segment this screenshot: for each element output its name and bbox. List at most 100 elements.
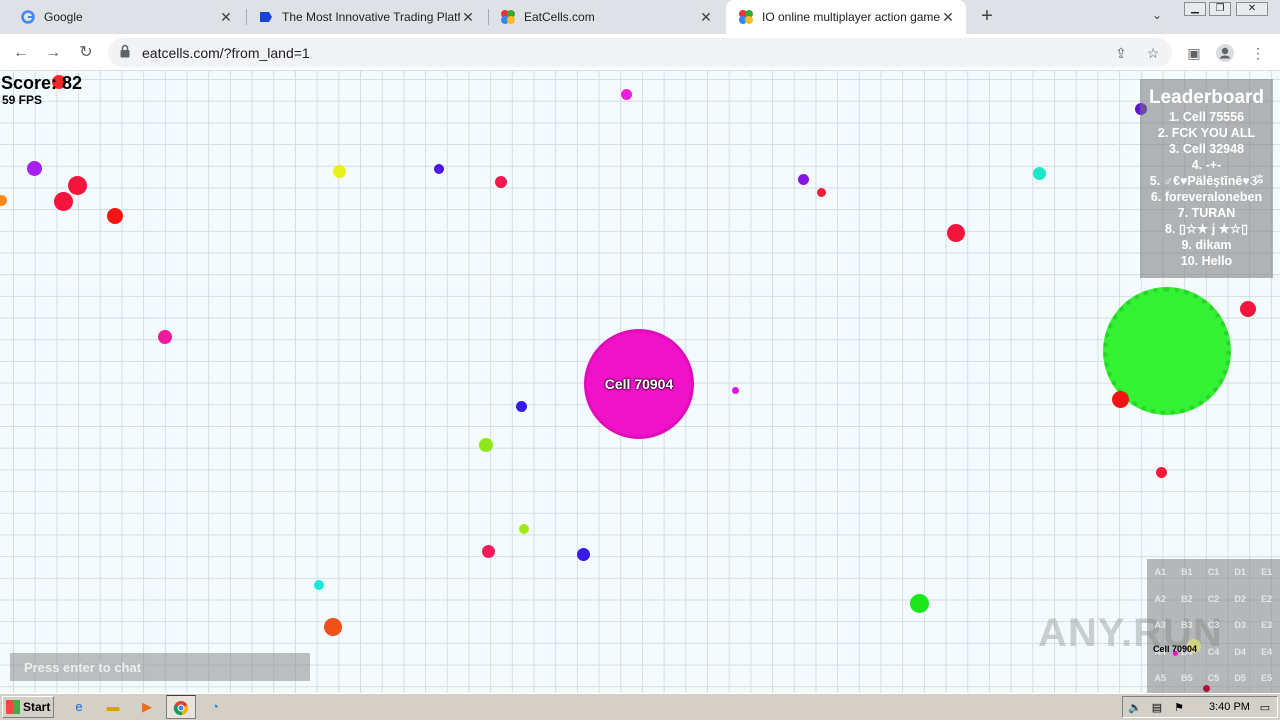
minimap-cell: A2 bbox=[1154, 593, 1167, 604]
close-icon[interactable]: ✕ bbox=[218, 9, 234, 26]
edge-icon[interactable]: ◔ bbox=[206, 698, 224, 716]
food-pellet bbox=[910, 594, 929, 613]
leaderboard-entry: 3. Cell 32948 bbox=[1168, 142, 1245, 156]
back-arrow-icon[interactable]: ← bbox=[10, 42, 32, 64]
google-icon bbox=[20, 9, 36, 25]
food-pellet bbox=[68, 176, 87, 195]
minimap-cell: D5 bbox=[1234, 673, 1246, 684]
player-name: Cell 70904 bbox=[604, 376, 674, 392]
star-icon[interactable]: ☆ bbox=[1144, 44, 1162, 62]
windows-logo-icon bbox=[6, 700, 20, 714]
leaderboard-entry: 10. Hello bbox=[1180, 254, 1233, 268]
clock: 3:40 PM bbox=[1209, 701, 1250, 713]
leaderboard-entry: 7. TURAN bbox=[1177, 206, 1236, 220]
ie-icon[interactable]: e bbox=[70, 698, 88, 716]
taskbar: Start e ▬ ▶ ◔ 🔈 ▤ ⚑ 3:40 PM ▭ bbox=[0, 693, 1280, 720]
food-pellet bbox=[54, 192, 73, 211]
flag-icon[interactable]: ⚑ bbox=[1171, 700, 1187, 716]
reload-icon[interactable]: ↻ bbox=[75, 42, 97, 64]
leaderboard: Leaderboard 1. Cell 75556 2. FCK YOU ALL… bbox=[1140, 79, 1273, 278]
minimap-cell: A5 bbox=[1154, 673, 1167, 684]
minimize-icon[interactable]: ▁ bbox=[1184, 2, 1206, 16]
food-pellet bbox=[732, 387, 739, 394]
food-pellet bbox=[621, 89, 632, 100]
address-bar[interactable]: eatcells.com/?from_land=1 ⇪ ☆ bbox=[108, 38, 1172, 67]
media-player-icon[interactable]: ▶ bbox=[138, 698, 156, 716]
kebab-menu-icon[interactable]: ⋮ bbox=[1248, 43, 1268, 63]
fps-display: 59 FPS bbox=[2, 93, 43, 107]
leaderboard-entry: 2. FCK YOU ALL bbox=[1157, 126, 1256, 140]
browser-toolbar: ← → ↻ eatcells.com/?from_land=1 ⇪ ☆ ▣ ⋮ bbox=[0, 34, 1280, 71]
food-pellet bbox=[434, 164, 444, 174]
food-pellet bbox=[158, 330, 172, 344]
minimap-cell: B2 bbox=[1181, 593, 1193, 604]
food-pellet bbox=[495, 176, 507, 188]
minimap-cell: C3 bbox=[1207, 620, 1220, 631]
minimap-cell: E1 bbox=[1261, 567, 1273, 577]
minimap-cell: D4 bbox=[1234, 646, 1246, 657]
game-canvas[interactable]: Cell 70904 Score: 82 59 FPS Leaderboard … bbox=[0, 71, 1280, 693]
leaderboard-title: Leaderboard bbox=[1148, 87, 1265, 108]
food-pellet bbox=[314, 580, 324, 590]
tab-io-game[interactable]: IO online multiplayer action game. S ✕ bbox=[726, 0, 966, 34]
forward-arrow-icon[interactable]: → bbox=[42, 42, 64, 64]
food-pellet bbox=[482, 545, 495, 558]
chat-input[interactable]: Press enter to chat bbox=[10, 653, 310, 681]
food-pellet bbox=[27, 161, 42, 176]
restore-icon[interactable]: ❐ bbox=[1209, 2, 1231, 16]
minimap-enemy-dot bbox=[1203, 685, 1210, 692]
new-tab-button[interactable]: + bbox=[976, 6, 998, 28]
leaderboard-entry: 5. ♂€♥Pälēştīnē♥ૐ bbox=[1149, 174, 1264, 188]
system-tray: 🔈 ▤ ⚑ 3:40 PM ▭ bbox=[1122, 696, 1278, 718]
minimap: A1 B1 C1 D1 E1 A2 B2 C2 D2 E2 A3 B3 C3 D… bbox=[1147, 559, 1280, 693]
folder-icon[interactable]: ▬ bbox=[104, 698, 122, 716]
url-text: eatcells.com/?from_land=1 bbox=[142, 45, 310, 61]
food-pellet bbox=[324, 618, 342, 636]
minimap-cell: E2 bbox=[1261, 593, 1273, 604]
profile-icon[interactable] bbox=[1215, 43, 1235, 63]
chevron-down-icon[interactable]: ⌄ bbox=[1152, 8, 1162, 22]
tab-google[interactable]: Google ✕ bbox=[8, 0, 244, 34]
minimap-cell: E5 bbox=[1261, 673, 1273, 684]
minimap-cell: A1 bbox=[1154, 567, 1167, 577]
minimap-cell: B3 bbox=[1181, 620, 1193, 631]
tab-trading-platform[interactable]: The Most Innovative Trading Platform ✕ bbox=[246, 0, 486, 34]
minimap-cell: E3 bbox=[1261, 620, 1273, 631]
player-cell: Cell 70904 bbox=[584, 329, 694, 439]
tab-strip: Google ✕ The Most Innovative Trading Pla… bbox=[0, 0, 1280, 34]
food-pellet bbox=[577, 548, 590, 561]
food-pellet bbox=[798, 174, 809, 185]
food-pellet bbox=[1033, 167, 1046, 180]
food-pellet bbox=[1240, 301, 1256, 317]
close-window-icon[interactable]: ✕ bbox=[1236, 2, 1268, 16]
food-pellet bbox=[947, 224, 965, 242]
close-icon[interactable]: ✕ bbox=[940, 9, 956, 26]
chrome-icon[interactable] bbox=[166, 695, 196, 719]
tab-eatcells[interactable]: EatCells.com ✕ bbox=[488, 0, 724, 34]
minimap-cell: C2 bbox=[1207, 593, 1220, 604]
minimap-cell: D3 bbox=[1234, 620, 1246, 631]
start-button[interactable]: Start bbox=[2, 696, 54, 718]
leaderboard-entry: 8. ▯☆★ j ★☆▯ bbox=[1165, 222, 1248, 236]
minimap-cell: B5 bbox=[1181, 673, 1193, 684]
food-pellet bbox=[0, 195, 7, 206]
lock-icon bbox=[120, 44, 130, 58]
food-pellet bbox=[1112, 391, 1129, 408]
trading-platform-icon bbox=[258, 9, 274, 25]
minimap-cell: B1 bbox=[1181, 567, 1193, 577]
network-icon[interactable]: ▤ bbox=[1149, 700, 1165, 716]
minimap-cell: D2 bbox=[1234, 593, 1246, 604]
show-desktop-icon[interactable]: ▭ bbox=[1257, 700, 1273, 716]
share-icon[interactable]: ⇪ bbox=[1112, 44, 1130, 62]
food-pellet bbox=[1156, 467, 1167, 478]
leaderboard-entry: 1. Cell 75556 bbox=[1168, 110, 1245, 124]
side-panel-icon[interactable]: ▣ bbox=[1184, 43, 1204, 63]
close-icon[interactable]: ✕ bbox=[460, 9, 476, 26]
minimap-cell: C1 bbox=[1207, 567, 1220, 577]
eatcells-icon bbox=[738, 9, 754, 25]
volume-icon[interactable]: 🔈 bbox=[1127, 700, 1143, 716]
leaderboard-entry: 6. foreveraloneben bbox=[1150, 190, 1263, 204]
leaderboard-entry: 9. dikam bbox=[1181, 238, 1232, 252]
close-icon[interactable]: ✕ bbox=[698, 9, 714, 26]
food-pellet bbox=[333, 165, 346, 178]
